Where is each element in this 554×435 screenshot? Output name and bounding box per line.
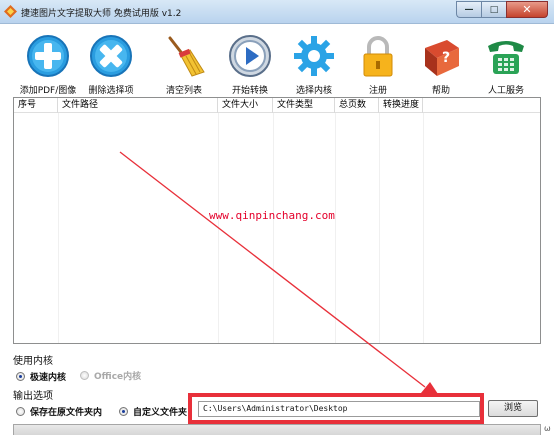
radio-label: 自定义文件夹 bbox=[133, 408, 188, 418]
minimize-button[interactable]: — bbox=[456, 1, 481, 18]
toolbar-label: 清空列表 bbox=[165, 86, 202, 96]
toolbar-label: 删除选择项 bbox=[88, 86, 134, 96]
gear-icon bbox=[294, 36, 334, 76]
output-path-input[interactable]: C:\Users\Administrator\Desktop bbox=[198, 401, 480, 417]
radio-button[interactable] bbox=[119, 407, 128, 416]
add-pdf-image-button[interactable]: 添加PDF/图像 bbox=[12, 34, 84, 96]
toolbar-label: 注册 bbox=[368, 86, 387, 96]
core-option-fast[interactable]: 极速内核 bbox=[16, 370, 66, 383]
column-divider bbox=[335, 113, 336, 343]
core-option-office[interactable]: Office内核 bbox=[80, 369, 141, 382]
app-icon bbox=[4, 5, 17, 18]
column-divider bbox=[58, 113, 59, 343]
maximize-button[interactable]: □ bbox=[481, 1, 506, 18]
output-option-custom-folder[interactable]: 自定义文件夹 bbox=[119, 405, 187, 418]
radio-label: Office内核 bbox=[94, 372, 142, 382]
column-header-size[interactable]: 文件大小 bbox=[218, 98, 273, 113]
radio-label: 极速内核 bbox=[30, 373, 67, 383]
output-section-label: 输出选项 bbox=[13, 391, 53, 402]
radio-button[interactable] bbox=[16, 407, 25, 416]
column-header-index[interactable]: 序号 bbox=[14, 98, 58, 113]
manual-service-button[interactable]: 人工服务 bbox=[470, 34, 542, 96]
column-header-type[interactable]: 文件类型 bbox=[273, 98, 335, 113]
broom-icon bbox=[168, 36, 205, 77]
title-bar: 捷速图片文字提取大师 免费试用版 v1.2 — □ ✕ bbox=[0, 0, 554, 24]
toolbar-label: 帮助 bbox=[431, 86, 450, 96]
status-corner-text: ω bbox=[544, 424, 551, 433]
window-title: 捷速图片文字提取大师 免费试用版 v1.2 bbox=[21, 9, 182, 19]
column-header-progress[interactable]: 转换进度 bbox=[379, 98, 423, 113]
radio-button[interactable] bbox=[80, 371, 89, 380]
column-header-pages[interactable]: 总页数 bbox=[335, 98, 379, 113]
toolbar-label: 人工服务 bbox=[487, 86, 524, 96]
add-icon bbox=[27, 35, 69, 77]
help-book-icon: ? bbox=[425, 40, 459, 76]
toolbar-label: 添加PDF/图像 bbox=[19, 86, 77, 96]
watermark-text: www.qinpinchang.com bbox=[209, 209, 335, 222]
browse-button[interactable]: 浏览 bbox=[488, 400, 538, 417]
list-header: 序号 文件路径 文件大小 文件类型 总页数 转换进度 bbox=[14, 98, 540, 113]
status-bar bbox=[13, 424, 541, 435]
delete-icon bbox=[90, 35, 132, 77]
toolbar-label: 选择内核 bbox=[295, 86, 332, 96]
help-button[interactable]: ? 帮助 bbox=[405, 34, 477, 96]
start-convert-button[interactable]: 开始转换 bbox=[214, 34, 286, 96]
radio-button[interactable] bbox=[16, 372, 25, 381]
svg-text:?: ? bbox=[442, 50, 450, 66]
column-divider bbox=[218, 113, 219, 343]
play-icon bbox=[229, 35, 271, 77]
delete-selected-button[interactable]: 删除选择项 bbox=[75, 34, 147, 96]
register-button[interactable]: 注册 bbox=[342, 34, 414, 96]
radio-label: 保存在原文件夹内 bbox=[30, 408, 103, 418]
column-divider bbox=[273, 113, 274, 343]
column-header-path[interactable]: 文件路径 bbox=[58, 98, 218, 113]
lock-icon bbox=[363, 36, 393, 77]
phone-icon bbox=[488, 41, 524, 74]
clear-list-button[interactable]: 清空列表 bbox=[148, 34, 220, 96]
window-controls: — □ ✕ bbox=[456, 1, 548, 18]
output-option-original-folder[interactable]: 保存在原文件夹内 bbox=[16, 405, 102, 418]
core-section-label: 使用内核 bbox=[13, 356, 53, 367]
select-core-button[interactable]: 选择内核 bbox=[278, 34, 350, 96]
toolbar: 添加PDF/图像 删除选择项 清空列表 开始转换 选择内核 注册 ? 帮助 人工… bbox=[0, 24, 554, 96]
column-divider bbox=[379, 113, 380, 343]
column-divider bbox=[423, 113, 424, 343]
toolbar-label: 开始转换 bbox=[231, 86, 268, 96]
close-button[interactable]: ✕ bbox=[506, 1, 548, 18]
